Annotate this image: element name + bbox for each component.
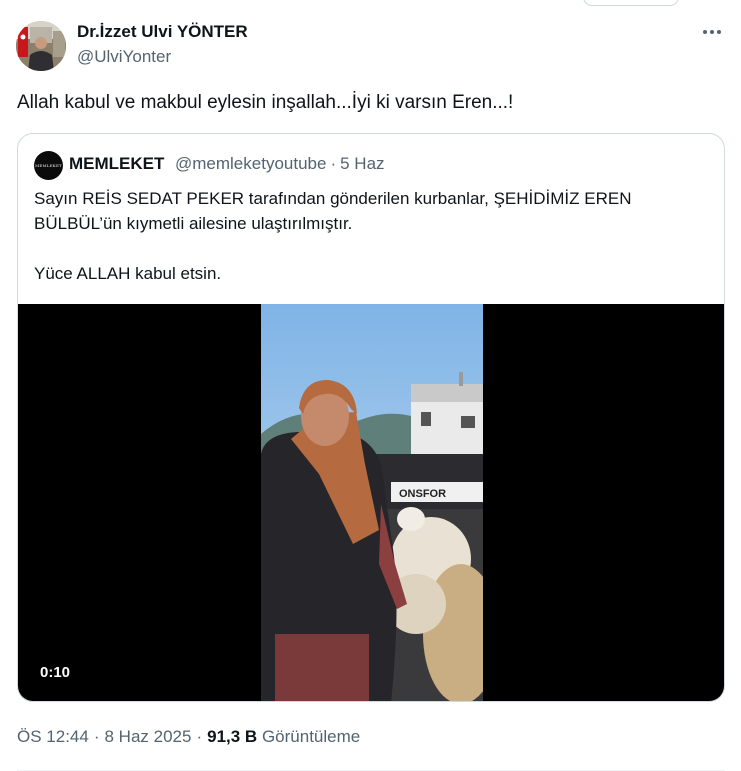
quoted-tweet-card[interactable]: MEMLEKET MEMLEKET @memleketyoutube · 5 Haz…: [17, 133, 725, 702]
meta-separator-2: ·: [196, 727, 203, 746]
top-button-edge[interactable]: [583, 0, 679, 6]
author-name[interactable]: Dr.İzzet Ulvi YÖNTER: [77, 22, 248, 42]
more-horizontal-icon[interactable]: [699, 21, 725, 43]
tweet-meta: ÖS 12:44 · 8 Haz 2025 · 91,3 B Görüntüleme: [17, 727, 360, 747]
views-label: Görüntüleme: [261, 727, 361, 746]
tweet-time[interactable]: ÖS 12:44: [17, 727, 89, 746]
views-count: 91,3 B: [207, 727, 258, 746]
quoted-tweet-text: Sayın REİS SEDAT PEKER tarafından gönder…: [34, 186, 704, 286]
quoted-date[interactable]: 5 Haz: [340, 154, 384, 173]
quoted-author-avatar[interactable]: MEMLEKET: [34, 151, 63, 180]
truck-text: ONSFOR: [399, 488, 446, 500]
quoted-author-meta: @memleketyoutube · 5 Haz: [175, 154, 385, 174]
quoted-text-paragraph-2: Yüce ALLAH kabul etsin.: [34, 264, 222, 283]
tweet-date[interactable]: 8 Haz 2025: [105, 727, 192, 746]
tweet-text: Allah kabul ve makbul eylesin inşallah..…: [17, 92, 514, 113]
quoted-meta-separator: ·: [330, 154, 337, 173]
quoted-author-name[interactable]: MEMLEKET: [69, 154, 164, 174]
author-avatar[interactable]: [16, 21, 66, 71]
meta-separator-1: ·: [93, 727, 100, 746]
quoted-text-paragraph-1: Sayın REİS SEDAT PEKER tarafından gönder…: [34, 189, 632, 233]
quoted-avatar-logo-text: MEMLEKET: [35, 163, 62, 168]
video-frame: ONSFOR: [261, 304, 483, 701]
video-player[interactable]: ONSFOR 0:10: [18, 304, 724, 701]
quoted-author-handle[interactable]: @memleketyoutube: [175, 154, 326, 173]
video-duration-badge: 0:10: [34, 662, 77, 683]
author-handle[interactable]: @UlviYonter: [77, 47, 171, 67]
